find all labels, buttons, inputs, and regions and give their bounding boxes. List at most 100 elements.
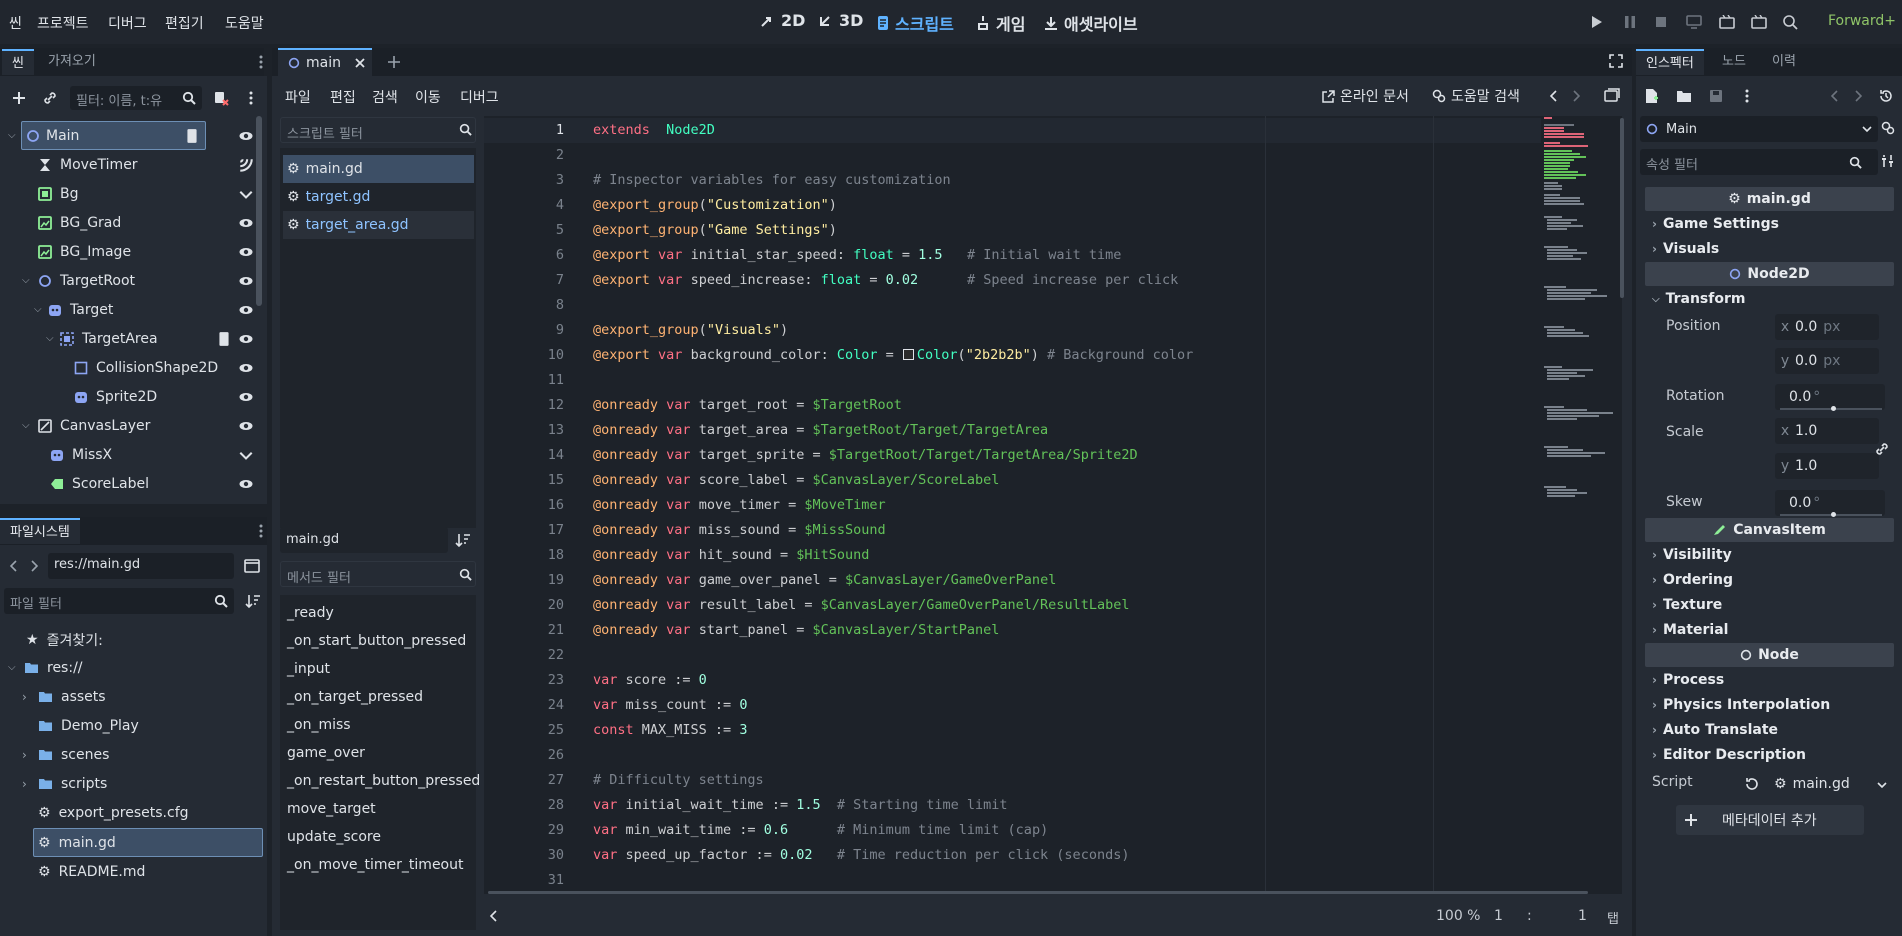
node-section-header[interactable]: Node [1645, 643, 1894, 667]
file-filter-input[interactable]: 파일 필터 [4, 588, 234, 614]
chevron-down-icon[interactable]: ⌵ [8, 662, 24, 673]
method-item[interactable]: update_score [287, 823, 381, 851]
renderer-selector[interactable]: Forward+ [1828, 13, 1896, 29]
line-number[interactable]: 4 [484, 193, 564, 218]
visibility-eye-icon[interactable] [238, 418, 254, 434]
minimap[interactable] [1543, 116, 1621, 894]
position-x-field[interactable]: x 0.0 px [1775, 314, 1879, 340]
line-number[interactable]: 27 [484, 768, 564, 793]
chevron-down-icon[interactable]: ⌵ [34, 304, 48, 315]
chevron-down-icon[interactable] [238, 186, 254, 202]
menu-help[interactable]: 도움말 [225, 13, 264, 33]
indent-mode[interactable]: 탭 [1607, 908, 1619, 927]
file-row-readme[interactable]: ⚙ README.md [38, 857, 252, 886]
code-line[interactable]: @export var initial_star_speed: float = … [593, 243, 1121, 268]
history-back-icon[interactable] [1829, 88, 1841, 104]
section-auto-translate[interactable]: › Auto Translate [1652, 718, 1778, 743]
reset-icon[interactable] [1744, 776, 1760, 792]
section-game-settings[interactable]: › Game Settings [1652, 212, 1779, 237]
scene-node-movetimer[interactable]: MoveTimer [38, 150, 254, 179]
split-view-icon[interactable] [244, 558, 260, 574]
prev-script-icon[interactable] [1548, 88, 1560, 104]
method-item[interactable]: _ready [287, 599, 334, 627]
scene-node-canvaslayer[interactable]: ⌵ CanvasLayer [22, 411, 254, 440]
code-line[interactable]: @export_group("Customization") [593, 193, 837, 218]
tab-import[interactable]: 가져오기 [38, 49, 106, 75]
section-visuals[interactable]: › Visuals [1652, 237, 1719, 262]
file-row-assets[interactable]: › assets [22, 682, 252, 711]
play-icon[interactable] [1587, 12, 1607, 32]
line-number[interactable]: 1 [484, 118, 564, 143]
node-info-icon[interactable] [1880, 120, 1896, 136]
chevron-down-icon[interactable]: ⌵ [46, 333, 60, 344]
tab-filesystem[interactable]: 파일시스템 [0, 518, 80, 544]
line-number[interactable]: 7 [484, 268, 564, 293]
distraction-free-icon[interactable] [1608, 53, 1624, 69]
dock-menu-icon[interactable] [256, 523, 266, 539]
skew-field[interactable]: 0.0 ° [1775, 490, 1885, 516]
visibility-eye-icon[interactable] [238, 244, 254, 260]
code-line[interactable]: @onready var target_area = $TargetRoot/T… [593, 418, 1048, 443]
rotation-slider-handle[interactable] [1831, 406, 1836, 411]
filter-scripts-icon[interactable] [212, 89, 230, 107]
code-line[interactable]: # Inspector variables for easy customiza… [593, 168, 951, 193]
open-folder-icon[interactable] [1676, 88, 1692, 104]
tools-icon[interactable] [1880, 153, 1896, 169]
line-number[interactable]: 31 [484, 868, 564, 893]
workspace-script[interactable]: 스크립트 [876, 11, 954, 35]
line-number[interactable]: 3 [484, 168, 564, 193]
line-number[interactable]: 20 [484, 593, 564, 618]
sort-icon[interactable] [244, 592, 262, 610]
sort-icon[interactable] [454, 531, 472, 549]
scene-node-bg-grad[interactable]: BG_Grad [38, 208, 254, 237]
script-menu-search[interactable]: 검색 [372, 87, 398, 107]
scale-x-field[interactable]: x 1.0 [1775, 418, 1879, 444]
workspace-2d[interactable]: 2D [760, 11, 805, 30]
chevron-down-icon[interactable] [238, 447, 254, 463]
code-line[interactable]: @export_group("Game Settings") [593, 218, 837, 243]
chevron-down-icon[interactable] [1877, 781, 1887, 789]
tab-main[interactable]: main [278, 48, 372, 76]
zoom-level[interactable]: 100 % [1436, 908, 1480, 924]
scene-node-targetroot[interactable]: ⌵ TargetRoot [22, 266, 254, 295]
scene-node-scorelabel[interactable]: ScoreLabel [50, 469, 254, 498]
scene-node-collisionshape2d[interactable]: CollisionShape2D [74, 353, 254, 382]
file-row-main-gd[interactable]: ⚙ main.gd [38, 828, 252, 857]
line-number[interactable]: 17 [484, 518, 564, 543]
tab-scene[interactable]: 씬 [2, 49, 34, 75]
inspector-more-icon[interactable] [1742, 88, 1752, 104]
code-vertical-scrollbar[interactable] [1620, 118, 1624, 298]
script-menu-debug[interactable]: 디버그 [460, 87, 499, 107]
code-line[interactable]: @onready var target_root = $TargetRoot [593, 393, 902, 418]
file-row-export-presets[interactable]: ⚙ export_presets.cfg [38, 798, 252, 827]
section-transform[interactable]: ⌵ Transform [1652, 287, 1745, 312]
code-line[interactable]: var miss_count := 0 [593, 693, 747, 718]
line-number[interactable]: 10 [484, 343, 564, 368]
code-line[interactable]: @export var speed_increase: float = 0.02… [593, 268, 1178, 293]
line-number[interactable]: 11 [484, 368, 564, 393]
code-line[interactable]: @export var background_color: Color = Co… [593, 343, 1193, 368]
chevron-down-icon[interactable]: ⌵ [22, 420, 38, 431]
toggle-scripts-panel-icon[interactable] [1604, 87, 1620, 103]
path-input[interactable]: res://main.gd [48, 553, 234, 579]
script-property-value[interactable]: ⚙ main.gd [1774, 773, 1884, 795]
line-number[interactable]: 26 [484, 743, 564, 768]
save-icon[interactable] [1708, 88, 1724, 104]
section-visibility[interactable]: › Visibility [1652, 543, 1732, 568]
section-process[interactable]: › Process [1652, 668, 1724, 693]
scene-node-main[interactable]: ⌵ Main [8, 121, 254, 150]
workspace-3d[interactable]: 3D [818, 11, 863, 30]
line-number[interactable]: 16 [484, 493, 564, 518]
line-number[interactable]: 30 [484, 843, 564, 868]
remote-debug-icon[interactable] [1684, 12, 1704, 32]
menu-project[interactable]: 프로젝트 [37, 13, 89, 33]
method-item[interactable]: _on_restart_button_pressed [287, 767, 480, 795]
add-tab-icon[interactable] [386, 54, 402, 70]
link-icon[interactable] [41, 89, 59, 107]
visibility-eye-icon[interactable] [238, 302, 254, 318]
stop-icon[interactable] [1651, 12, 1671, 32]
forward-icon[interactable] [28, 558, 40, 574]
next-script-icon[interactable] [1570, 88, 1582, 104]
code-line[interactable]: @onready var target_sprite = $TargetRoot… [593, 443, 1138, 468]
code-line[interactable]: @onready var miss_sound = $MissSound [593, 518, 886, 543]
